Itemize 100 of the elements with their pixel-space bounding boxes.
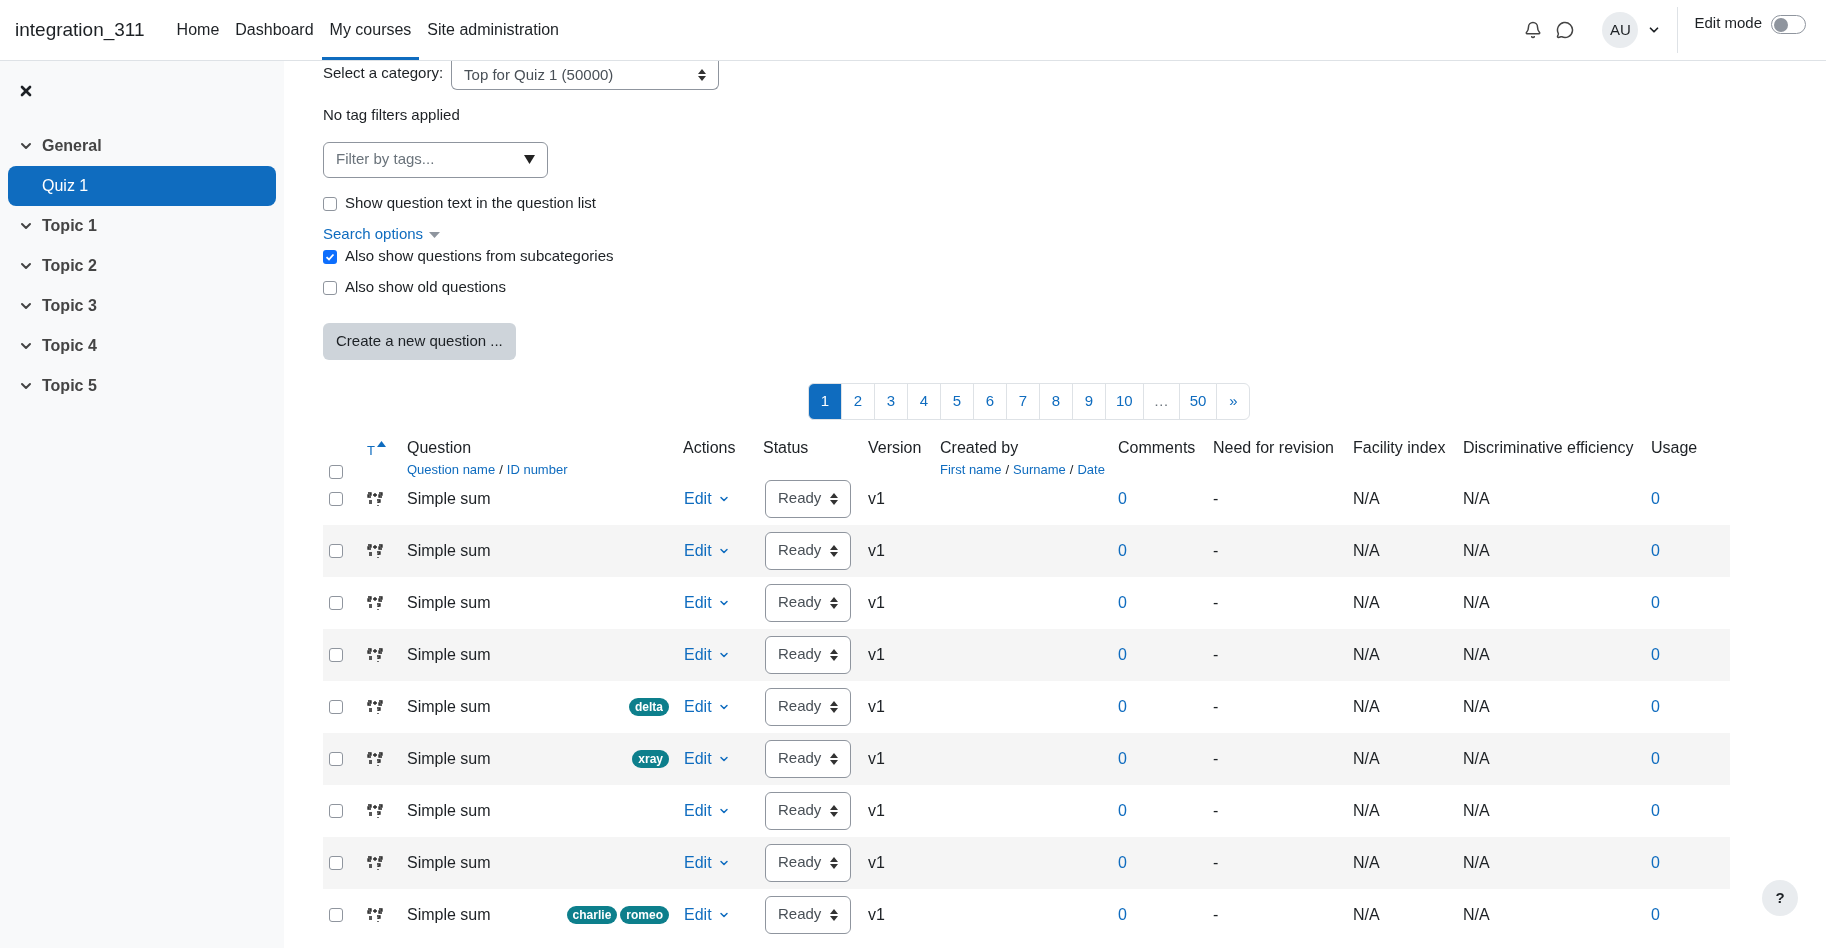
edit-menu-link[interactable]: Edit (684, 694, 730, 719)
comments-link[interactable]: 0 (1118, 645, 1127, 663)
comments-link[interactable]: 0 (1118, 593, 1127, 611)
create-question-button[interactable]: Create a new question ... (323, 322, 516, 360)
edit-menu-link[interactable]: Edit (684, 486, 730, 511)
edit-mode-switch[interactable] (1771, 15, 1806, 34)
edit-menu-link[interactable]: Edit (684, 798, 730, 823)
page-link[interactable]: 5 (940, 382, 974, 420)
comments-link[interactable]: 0 (1118, 801, 1127, 819)
column-header[interactable]: Question (407, 438, 472, 456)
messages-icon[interactable] (1556, 21, 1575, 39)
status-select[interactable]: Ready (765, 635, 851, 674)
page-link[interactable]: 1 (808, 382, 842, 420)
activity-item[interactable]: Quiz 1 (8, 166, 276, 206)
row-checkbox[interactable] (329, 647, 343, 662)
nav-link[interactable]: Site administration (419, 0, 567, 60)
row-checkbox[interactable] (329, 751, 343, 766)
section-item[interactable]: General (8, 126, 276, 166)
edit-menu-link[interactable]: Edit (684, 590, 730, 615)
section-title[interactable]: General (42, 134, 102, 158)
edit-menu-link[interactable]: Edit (684, 538, 730, 563)
comments-link[interactable]: 0 (1118, 853, 1127, 871)
usage-link[interactable]: 0 (1651, 853, 1660, 871)
sort-arrows-icon (830, 544, 838, 557)
usage-link[interactable]: 0 (1651, 645, 1660, 663)
tag-filter-field[interactable]: Filter by tags... (323, 141, 548, 178)
edit-menu-link[interactable]: Edit (684, 642, 730, 667)
status-select[interactable]: Ready (765, 791, 851, 830)
section-item[interactable]: Topic 4 (8, 326, 276, 366)
page-link[interactable]: 2 (841, 382, 875, 420)
user-avatar[interactable]: AU (1602, 12, 1639, 48)
comments-link[interactable]: 0 (1118, 905, 1127, 923)
section-item[interactable]: Topic 1 (8, 206, 276, 246)
row-checkbox[interactable] (329, 855, 343, 870)
section-title[interactable]: Topic 4 (42, 334, 97, 358)
edit-menu-link[interactable]: Edit (684, 902, 730, 927)
row-checkbox[interactable] (329, 699, 343, 714)
page-link[interactable]: 9 (1072, 382, 1106, 420)
section-title[interactable]: Topic 5 (42, 374, 97, 398)
checkbox[interactable] (323, 196, 337, 211)
section-title[interactable]: Topic 2 (42, 254, 97, 278)
usage-link[interactable]: 0 (1651, 593, 1660, 611)
close-icon[interactable] (18, 83, 34, 99)
usage-link[interactable]: 0 (1651, 749, 1660, 767)
page-link[interactable]: 8 (1039, 382, 1073, 420)
edit-menu-link[interactable]: Edit (684, 746, 730, 771)
nav-link[interactable]: My courses (321, 0, 420, 60)
revision-cell: - (1213, 489, 1219, 507)
section-item[interactable]: Topic 5 (8, 366, 276, 406)
comments-link[interactable]: 0 (1118, 489, 1127, 507)
sort-link[interactable]: Question name (407, 459, 496, 479)
page-link[interactable]: 7 (1006, 382, 1040, 420)
checkbox[interactable] (323, 280, 337, 295)
usage-link[interactable]: 0 (1651, 541, 1660, 559)
sort-link[interactable]: ID number (506, 459, 568, 479)
usage-link[interactable]: 0 (1651, 801, 1660, 819)
search-options-link[interactable]: Search options (323, 224, 441, 245)
page-link[interactable]: 10 (1105, 382, 1144, 420)
sort-link[interactable]: T (367, 440, 386, 460)
sort-link[interactable]: Date (1077, 459, 1105, 479)
category-select[interactable]: Top for Quiz 1 (50000) (451, 61, 720, 90)
row-checkbox[interactable] (329, 595, 343, 610)
page-link[interactable]: 6 (973, 382, 1007, 420)
status-select[interactable]: Ready (765, 895, 851, 934)
checkbox[interactable] (323, 249, 337, 264)
page-link[interactable]: 50 (1178, 382, 1218, 420)
row-checkbox[interactable] (329, 543, 343, 558)
section-item[interactable]: Topic 2 (8, 246, 276, 286)
usage-link[interactable]: 0 (1651, 905, 1660, 923)
comments-link[interactable]: 0 (1118, 749, 1127, 767)
sort-link[interactable]: Surname (1013, 459, 1066, 479)
status-select[interactable]: Ready (765, 531, 851, 570)
status-select[interactable]: Ready (765, 583, 851, 622)
usage-link[interactable]: 0 (1651, 697, 1660, 715)
status-select[interactable]: Ready (765, 739, 851, 778)
row-checkbox[interactable] (329, 907, 343, 922)
status-select[interactable]: Ready (765, 687, 851, 726)
status-select[interactable]: Ready (765, 843, 851, 882)
section-title[interactable]: Topic 1 (42, 214, 97, 238)
comments-link[interactable]: 0 (1118, 541, 1127, 559)
site-name[interactable]: integration_311 (15, 15, 145, 45)
sort-link[interactable]: First name (940, 459, 1002, 479)
usage-link[interactable]: 0 (1651, 489, 1660, 507)
comments-link[interactable]: 0 (1118, 697, 1127, 715)
status-select[interactable]: Ready (765, 479, 851, 518)
row-checkbox[interactable] (329, 803, 343, 818)
nav-link[interactable]: Home (168, 0, 228, 60)
discrimination-cell: N/A (1463, 853, 1490, 871)
nav-link[interactable]: Dashboard (227, 0, 322, 60)
page-link[interactable]: 4 (907, 382, 941, 420)
edit-menu-link[interactable]: Edit (684, 850, 730, 875)
row-checkbox[interactable] (329, 491, 343, 506)
help-button[interactable]: ? (1762, 880, 1798, 916)
version-cell: v1 (868, 801, 885, 819)
section-item[interactable]: Topic 3 (8, 286, 276, 326)
page-link[interactable]: » (1216, 382, 1251, 420)
section-title[interactable]: Topic 3 (42, 294, 97, 318)
select-all-checkbox[interactable] (329, 465, 343, 479)
notifications-icon[interactable] (1524, 21, 1543, 39)
page-link[interactable]: 3 (874, 382, 908, 420)
